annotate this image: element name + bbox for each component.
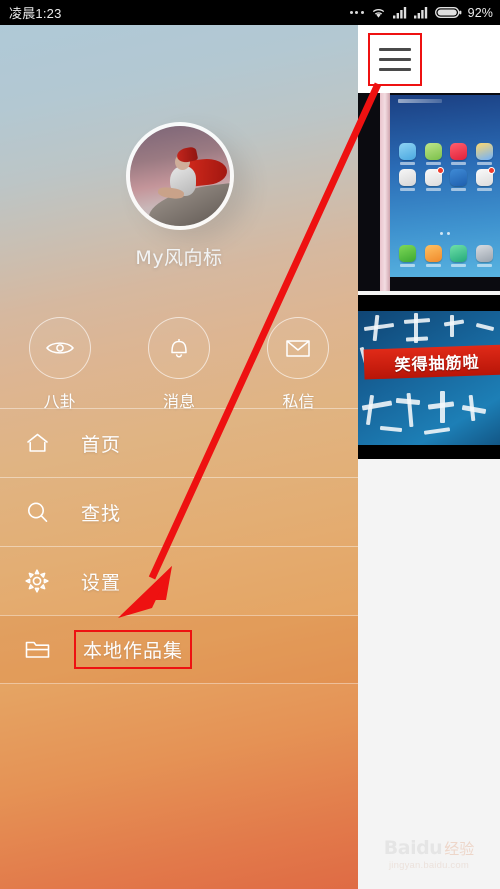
- search-icon: [0, 500, 74, 525]
- list-item[interactable]: 笑得抽筋啦: [358, 295, 500, 459]
- content-panel: 笑得抽筋啦 Baidu 经验 jingyan.baidu.com: [358, 25, 500, 889]
- status-time: 凌晨1:23: [9, 6, 62, 21]
- sidebar-item-label: 设置: [81, 571, 122, 594]
- home-icon: [0, 431, 74, 455]
- watermark: Baidu 经验 jingyan.baidu.com: [366, 837, 492, 871]
- thumbnail-list: 笑得抽筋啦: [358, 93, 500, 459]
- sidebar-item-label: 本地作品集: [83, 640, 184, 662]
- hamburger-highlight-box: [368, 33, 422, 86]
- folder-icon: [0, 638, 74, 661]
- avatar[interactable]: [126, 122, 234, 230]
- battery-percent: 92%: [467, 5, 493, 20]
- video-thumbnail: 笑得抽筋啦: [358, 295, 500, 459]
- envelope-icon[interactable]: [267, 317, 330, 379]
- watermark-url: jingyan.baidu.com: [389, 860, 469, 871]
- sidebar-item-search[interactable]: 查找: [0, 477, 358, 546]
- sidebar-item-label: 查找: [81, 502, 122, 525]
- bell-icon[interactable]: [147, 317, 210, 379]
- local-collection-highlight-box: 本地作品集: [74, 630, 193, 669]
- watermark-brand: Baidu: [383, 837, 443, 859]
- list-item[interactable]: [358, 93, 500, 291]
- signal-icon: [413, 7, 427, 19]
- sidebar-item-home[interactable]: 首页: [0, 408, 358, 477]
- battery-icon: [434, 7, 462, 18]
- eye-icon[interactable]: [28, 317, 91, 379]
- wifi-icon: [372, 9, 384, 18]
- more-dots-icon: [349, 11, 364, 14]
- sidebar-item-settings[interactable]: 设置: [0, 546, 358, 615]
- profile-header[interactable]: My风向标: [0, 25, 358, 285]
- action-messages[interactable]: 消息: [119, 317, 238, 412]
- status-bar: 凌晨1:23 92%: [0, 0, 500, 25]
- drawer-menu: 首页 查找 设置 本地作品集: [0, 408, 358, 684]
- action-gossip[interactable]: 八卦: [0, 317, 119, 412]
- screen-root: 笑得抽筋啦 Baidu 经验 jingyan.baidu.com My风向标 八…: [0, 0, 500, 889]
- navigation-drawer: My风向标 八卦 消息 私信 首页 查找 设置 本地作品集: [0, 25, 358, 889]
- gear-icon: [0, 568, 74, 594]
- sidebar-item-label: 首页: [81, 433, 122, 456]
- watermark-brand-cn: 经验: [444, 839, 475, 858]
- banner-text: 笑得抽筋啦: [363, 344, 500, 380]
- signal-icon: [392, 7, 406, 19]
- action-direct-message[interactable]: 私信: [239, 317, 358, 412]
- quick-actions: 八卦 消息 私信: [0, 317, 358, 412]
- page-title: My风向标: [135, 247, 223, 269]
- sidebar-item-local-collection[interactable]: 本地作品集: [0, 615, 358, 684]
- phone-homescreen-photo: [358, 93, 500, 291]
- app-top-bar: [358, 25, 500, 93]
